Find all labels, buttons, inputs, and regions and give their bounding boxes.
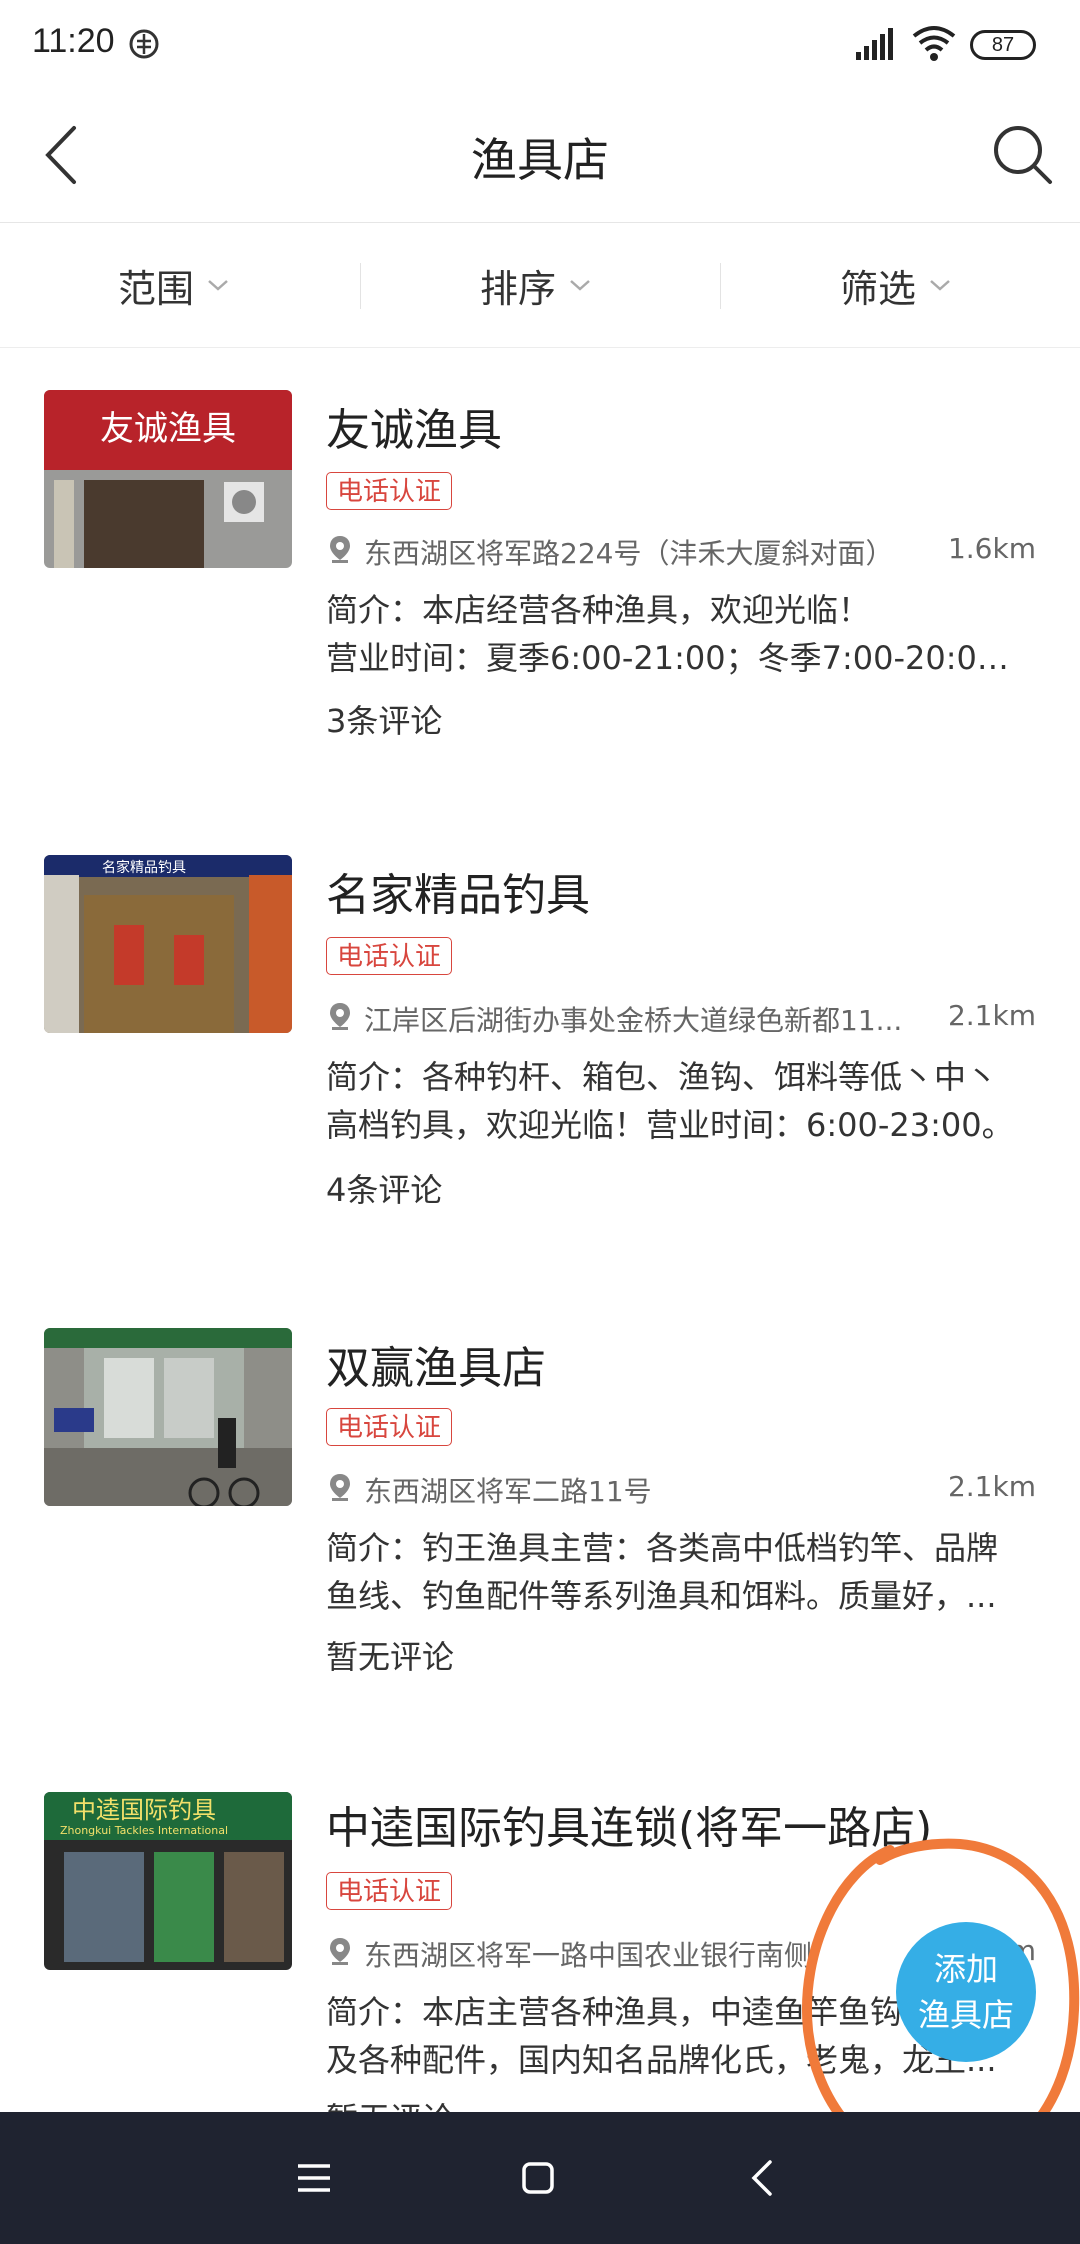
thumbnail-sign-subtext: Zhongkui Tackles International [60,1824,228,1837]
location-pin-icon [330,1938,350,1965]
thumbnail-sign-text: 名家精品钓具 [102,859,186,876]
shop-list-item[interactable]: 名家精品钓具 名家精品钓具 电话认证 江岸区后湖街办事处金桥大道绿色新都11..… [0,855,1080,1255]
shop-distance: 2.1km [947,1470,1036,1503]
page-title: 渔具店 [471,133,609,187]
description-line: 简介：本店经营各种渔具，欢迎光临！ [326,591,871,629]
shop-list-item[interactable]: 双赢渔具店 电话认证 东西湖区将军二路11号 2.1km 简介：钓王渔具主营：各… [0,1328,1080,1728]
app-header: 渔具店 [0,90,1080,223]
shop-description: 简介：各种钓杆、箱包、渔钩、饵料等低丶中丶 高档钓具，欢迎光临！营业时间：6:0… [326,1053,1026,1149]
status-bar: 11:20 87 [0,0,1080,90]
filter-label: 筛选 [840,266,917,311]
chevron-down-icon [570,280,590,291]
back-icon[interactable] [734,2148,794,2208]
filter-screen-dropdown[interactable]: 筛选 [840,259,952,311]
signal-icon [856,28,893,60]
shop-list-item[interactable]: 友诚渔具 友诚渔具 电话认证 东西湖区将军路224号（沣禾大厦斜对面） 1.6k… [0,390,1080,790]
thumbnail-sign-text: 中逵国际钓具 [72,1796,216,1824]
battery-indicator: 87 [970,30,1036,60]
add-shop-button[interactable]: 添加 渔具店 [896,1922,1036,2062]
shop-address: 东西湖区将军二路11号 [364,1475,652,1508]
filter-divider [720,263,721,309]
description-line: 营业时间：夏季6:00-21:00；冬季7:00-20:00。 [326,639,1026,677]
app-notification-icon [129,29,159,59]
filter-bar: 范围 排序 筛选 [0,223,1080,348]
location-pin-icon [330,1003,350,1030]
chevron-down-icon [930,280,950,291]
shop-review-count[interactable]: 暂无评论 [326,1632,454,1678]
description-line: 鱼线、钓鱼配件等系列渔具和饵料。质量好，... [326,1577,997,1615]
shop-description: 简介：本店经营各种渔具，欢迎光临！ 营业时间：夏季6:00-21:00；冬季7:… [326,586,1026,682]
shop-thumbnail: 名家精品钓具 [44,855,292,1033]
filter-range-dropdown[interactable]: 范围 [118,259,230,311]
description-line: 简介：钓王渔具主营：各类高中低档钓竿、品牌 [326,1529,999,1567]
shop-address: 东西湖区将军路224号（沣禾大厦斜对面） [364,537,894,570]
home-icon[interactable] [508,2148,568,2208]
wifi-icon [912,26,956,61]
phone-verified-badge: 电话认证 [326,472,453,510]
filter-label: 范围 [118,266,195,311]
system-navigation-bar [0,2112,1080,2244]
filter-divider [360,263,361,309]
filter-sort-dropdown[interactable]: 排序 [480,259,592,311]
phone-verified-badge: 电话认证 [326,1872,453,1910]
shop-distance: 1.6km [947,532,1036,565]
filter-label: 排序 [480,266,557,311]
shop-distance: 2.1km [947,999,1036,1032]
shop-address: 江岸区后湖街办事处金桥大道绿色新都11... [364,1004,903,1037]
shop-review-count[interactable]: 4条评论 [326,1165,442,1211]
shop-address: 东西湖区将军一路中国农业银行南侧 [364,1939,813,1972]
shop-thumbnail: 中逵国际钓具 Zhongkui Tackles International [44,1792,292,1970]
add-shop-label-line2: 渔具店 [917,1996,1014,2034]
thumbnail-sign-text: 友诚渔具 [100,409,236,449]
phone-verified-badge: 电话认证 [326,937,453,975]
shop-thumbnail [44,1328,292,1506]
add-shop-label-line1: 添加 [933,1950,998,1988]
shop-review-count[interactable]: 3条评论 [326,696,442,742]
description-line: 简介：各种钓杆、箱包、渔钩、饵料等低丶中丶 [326,1058,999,1096]
chevron-down-icon [208,280,228,291]
description-line: 高档钓具，欢迎光临！营业时间：6:00-23:00。 [326,1106,1014,1144]
location-pin-icon [330,536,350,563]
phone-verified-badge: 电话认证 [326,1408,453,1446]
search-icon[interactable] [988,120,1058,190]
shop-thumbnail: 友诚渔具 [44,390,292,568]
status-time: 11:20 [32,22,115,60]
shop-name[interactable]: 中逵国际钓具连锁(将军一路店) [326,1792,932,1856]
shop-description: 简介：钓王渔具主营：各类高中低档钓竿、品牌 鱼线、钓鱼配件等系列渔具和饵料。质量… [326,1524,1026,1620]
shop-name[interactable]: 名家精品钓具 [326,859,590,923]
shop-name[interactable]: 友诚渔具 [326,394,502,458]
menu-icon[interactable] [284,2148,344,2208]
shop-name[interactable]: 双赢渔具店 [326,1332,546,1396]
location-pin-icon [330,1474,350,1501]
